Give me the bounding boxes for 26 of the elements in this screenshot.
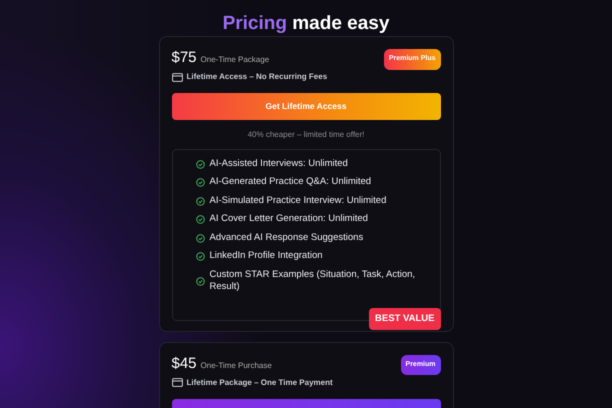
check-circle-icon [196, 196, 204, 206]
card-icon [172, 378, 182, 388]
price: $45 [172, 354, 197, 373]
price-note: One-Time Purchase [200, 360, 272, 372]
check-circle-icon [196, 178, 204, 187]
card-icon [172, 72, 182, 82]
page-title: Pricing made easy [222, 12, 390, 36]
feature-text: AI Cover Letter Generation: Unlimited [210, 213, 368, 226]
check-circle-icon [196, 252, 204, 261]
plan-subtitle: Lifetime Package – One Time Payment [186, 376, 333, 389]
cta-button[interactable]: Get Lifetime Access [172, 93, 440, 120]
feature-text: AI-Generated Practice Q&A: Unlimited [210, 176, 372, 189]
feature-text: Custom STAR Examples (Situation, Task, Action, Result) [210, 268, 416, 294]
feature-text: AI-Simulated Practice Interview: Unlimited [210, 194, 386, 208]
price-note: One-Time Package [200, 54, 270, 66]
best-value-badge: BEST VALUE [369, 308, 440, 330]
feature-text: LinkedIn Profile Integration [210, 250, 323, 263]
plan-subtitle: Lifetime Access – No Recurring Fees [186, 71, 328, 83]
price: $75 [172, 49, 197, 67]
feature-text: Advanced AI Response Suggestions [210, 232, 364, 244]
check-circle-icon [196, 160, 204, 168]
offer-text: 40% cheaper – limited time offer! [246, 128, 366, 141]
check-circle-icon [196, 276, 204, 286]
feature-text: AI-Assisted Interviews: Unlimited [210, 158, 348, 170]
check-circle-icon [196, 215, 204, 224]
check-circle-icon [196, 234, 204, 242]
